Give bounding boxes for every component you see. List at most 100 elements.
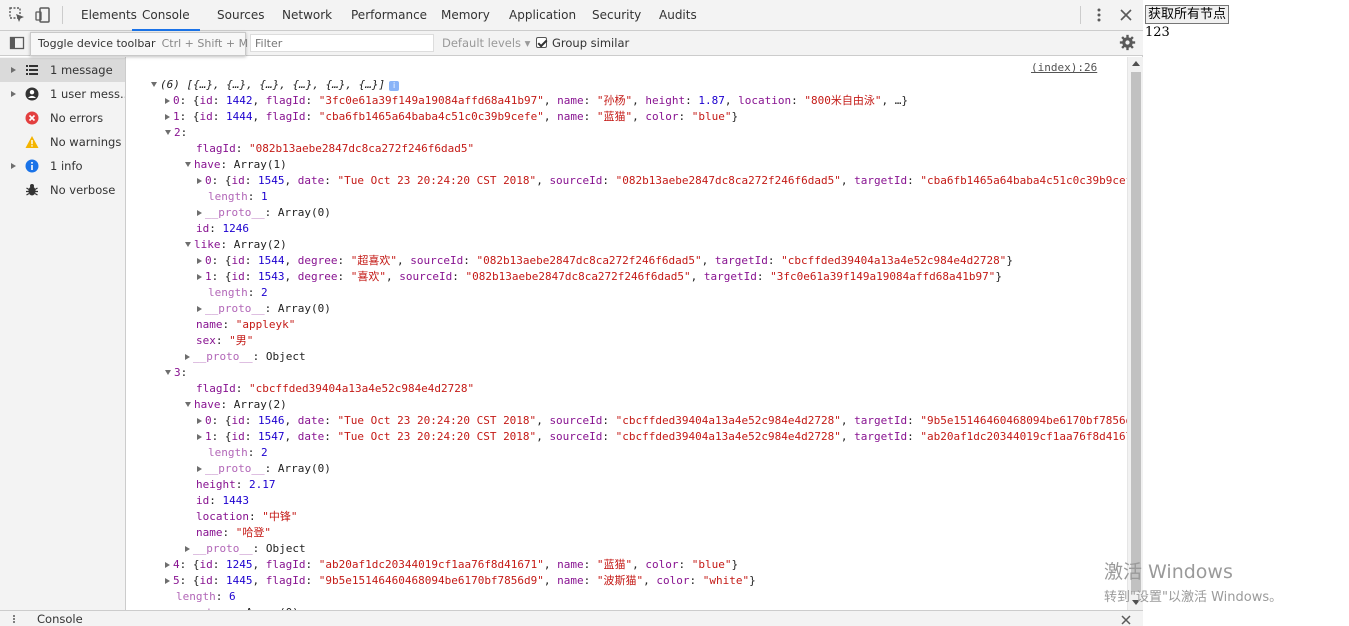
get-all-nodes-button[interactable]: 获取所有节点 [1145, 5, 1230, 24]
tree-property: location: "中锋" [196, 510, 298, 523]
sidebar-item-label: No warnings [50, 135, 122, 149]
collapsed-arrow-icon[interactable] [197, 274, 202, 280]
tree-node[interactable]: have: Array(1) [185, 157, 287, 173]
drawer-tab-console[interactable]: Console [37, 612, 83, 626]
source-location-link[interactable]: (index):26 [1031, 61, 1097, 74]
tree-node[interactable]: __proto__: Array(0) [197, 461, 331, 477]
collapsed-arrow-icon[interactable] [197, 210, 202, 216]
tree-property: length: 1 [208, 190, 268, 203]
console-scrollbar[interactable] [1127, 57, 1143, 610]
tree-node[interactable]: __proto__: Array(0) [197, 301, 331, 317]
console-settings-gear-icon[interactable] [1119, 34, 1136, 51]
tree-node[interactable]: 0: {id: 1545, date: "Tue Oct 23 20:24:20… [197, 173, 1127, 189]
windows-activation-watermark: 激活 Windows 转到"设置"以激活 Windows。 [1104, 557, 1282, 605]
close-drawer-icon[interactable] [1121, 615, 1131, 625]
inspect-element-icon[interactable] [8, 6, 26, 24]
tab-audits[interactable]: Audits [659, 0, 697, 31]
tree-node[interactable]: 1: {id: 1543, degree: "喜欢", sourceId: "0… [197, 269, 1002, 285]
tree-node[interactable]: 3: [165, 365, 194, 381]
collapsed-arrow-icon[interactable] [185, 546, 190, 552]
expanded-arrow-icon[interactable] [165, 130, 171, 135]
more-options-icon[interactable] [1090, 6, 1108, 24]
expand-arrow-icon[interactable] [11, 67, 16, 73]
expand-arrow-icon[interactable] [11, 163, 16, 169]
tab-memory[interactable]: Memory [441, 0, 490, 31]
tree-node[interactable]: __proto__: Object [185, 349, 306, 365]
group-similar-label: Group similar [552, 36, 630, 50]
tree-node[interactable]: 0: {id: 1442, flagId: "3fc0e61a39f149a19… [165, 93, 908, 109]
tree-node[interactable]: 4: {id: 1245, flagId: "ab20af1dc20344019… [165, 557, 738, 573]
checkbox-checked-icon[interactable] [536, 37, 547, 48]
tree-node[interactable]: 1: {id: 1444, flagId: "cba6fb1465a64baba… [165, 109, 738, 125]
info-icon [25, 159, 39, 173]
collapsed-arrow-icon[interactable] [165, 578, 170, 584]
collapsed-arrow-icon[interactable] [197, 418, 202, 424]
collapsed-arrow-icon[interactable] [165, 562, 170, 568]
collapsed-arrow-icon[interactable] [197, 306, 202, 312]
tab-network[interactable]: Network [282, 0, 332, 31]
expanded-arrow-icon[interactable] [185, 242, 191, 247]
tab-console[interactable]: Console [132, 0, 200, 31]
tab-sources[interactable]: Sources [217, 0, 264, 31]
sidebar-item-messages[interactable]: 1 message [0, 58, 125, 82]
tree-node[interactable]: 1: {id: 1547, date: "Tue Oct 23 20:24:20… [197, 429, 1127, 445]
console-filter-input[interactable] [250, 34, 434, 52]
sidebar-toggle-icon[interactable] [9, 35, 25, 51]
sidebar-item-verbose[interactable]: No verbose [0, 178, 125, 202]
expand-arrow-icon[interactable] [11, 91, 16, 97]
tree-node[interactable]: have: Array(2) [185, 397, 287, 413]
close-devtools-icon[interactable] [1117, 6, 1135, 24]
tree-node[interactable]: (6) [{…}, {…}, {…}, {…}, {…}, {…}] i [151, 77, 400, 93]
tab-application[interactable]: Application [509, 0, 576, 31]
toolbar-separator [62, 6, 63, 24]
device-toolbar-tooltip: Toggle device toolbar Ctrl + Shift + M [30, 32, 248, 56]
info-badge-icon: i [389, 81, 400, 91]
tree-node[interactable]: 5: {id: 1445, flagId: "9b5e1514646046809… [165, 573, 756, 589]
tree-node[interactable]: like: Array(2) [185, 237, 287, 253]
sidebar-item-warnings[interactable]: No warnings [0, 130, 125, 154]
sidebar-item-label: 1 info [50, 159, 83, 173]
user-icon [25, 87, 39, 101]
collapsed-arrow-icon[interactable] [165, 98, 170, 104]
tree-node[interactable]: 2: [165, 125, 194, 141]
console-output[interactable]: (index):26 (6) [{…}, {…}, {…}, {…}, {…},… [127, 57, 1127, 610]
tree-property: name: "appleyk" [196, 318, 296, 331]
group-similar-checkbox[interactable]: Group similar [536, 31, 629, 56]
page-viewport: 获取所有节点 123 [1144, 0, 1349, 626]
tree-property: id: 1246 [196, 222, 249, 235]
sidebar-item-errors[interactable]: No errors [0, 106, 125, 130]
devtools-tabbar: Elements Console Sources Network Perform… [0, 0, 1143, 31]
tab-security[interactable]: Security [592, 0, 641, 31]
scroll-up-arrow-icon[interactable] [1132, 61, 1140, 66]
expanded-arrow-icon[interactable] [151, 82, 157, 87]
warning-icon [25, 136, 39, 148]
console-toolbar: Toggle device toolbar Ctrl + Shift + M De… [0, 31, 1143, 56]
sidebar-item-user-messages[interactable]: 1 user mess... [0, 82, 125, 106]
sidebar-item-label: 1 user mess... [50, 87, 125, 101]
collapsed-arrow-icon[interactable] [197, 466, 202, 472]
tab-performance[interactable]: Performance [351, 0, 427, 31]
error-icon [25, 111, 39, 125]
collapsed-arrow-icon[interactable] [197, 178, 202, 184]
expanded-arrow-icon[interactable] [165, 370, 171, 375]
tab-elements[interactable]: Elements [81, 0, 137, 31]
collapsed-arrow-icon[interactable] [165, 114, 170, 120]
collapsed-arrow-icon[interactable] [185, 354, 190, 360]
tree-property: height: 2.17 [196, 478, 276, 491]
drawer-menu-icon[interactable] [9, 614, 19, 624]
tree-node[interactable]: __proto__: Array(0) [197, 205, 331, 221]
expanded-arrow-icon[interactable] [185, 162, 191, 167]
tree-property: flagId: "cbcffded39404a13a4e52c984e4d272… [196, 382, 475, 395]
tree-node[interactable]: 0: {id: 1546, date: "Tue Oct 23 20:24:20… [197, 413, 1127, 429]
log-levels-dropdown[interactable]: Default levels ▾ [442, 31, 530, 56]
device-toolbar-icon[interactable] [34, 6, 52, 24]
expanded-arrow-icon[interactable] [185, 402, 191, 407]
collapsed-arrow-icon[interactable] [197, 258, 202, 264]
tree-node[interactable]: 0: {id: 1544, degree: "超喜欢", sourceId: "… [197, 253, 1013, 269]
console-drawer: Console [0, 610, 1143, 626]
scrollbar-thumb[interactable] [1131, 72, 1141, 592]
sidebar-item-info[interactable]: 1 info [0, 154, 125, 178]
watermark-title: 激活 Windows [1104, 561, 1233, 583]
collapsed-arrow-icon[interactable] [197, 434, 202, 440]
tree-node[interactable]: __proto__: Object [185, 541, 306, 557]
